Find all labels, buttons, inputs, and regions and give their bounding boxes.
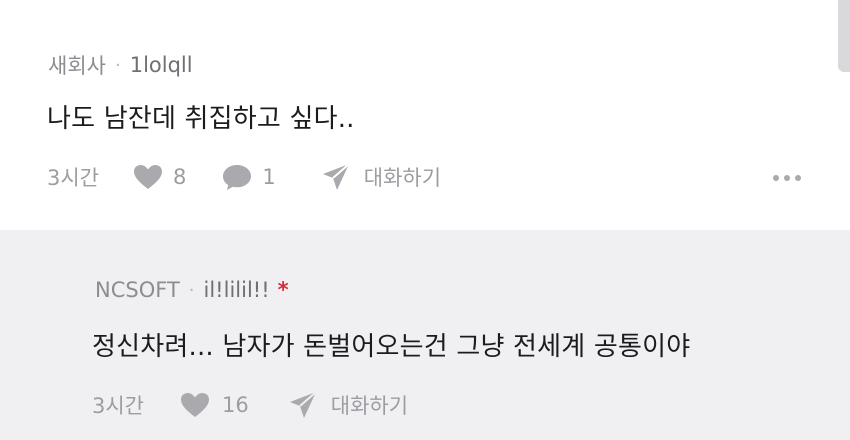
- author-nickname[interactable]: 1lolqll: [130, 53, 193, 77]
- scrollbar[interactable]: [838, 0, 850, 72]
- more-horizontal-icon: [773, 175, 779, 181]
- reply-meta: NCSOFT · il!lilil!! *: [95, 278, 289, 302]
- more-options-button[interactable]: [773, 175, 801, 181]
- company-name[interactable]: 새회사: [48, 50, 106, 80]
- comment-actions: 3시간 8 1 대화하기: [47, 162, 441, 192]
- reply-time: 3시간: [92, 394, 145, 418]
- reply-item: NCSOFT · il!lilil!! * 정신차려... 남자가 돈벌어오는건…: [0, 230, 850, 440]
- reply-count-button[interactable]: 1: [222, 164, 276, 191]
- author-nickname[interactable]: il!lilil!!: [204, 278, 270, 302]
- paper-plane-icon: [322, 163, 350, 190]
- speech-bubble-icon: [223, 164, 252, 190]
- comment-text: 나도 남잔데 취집하고 싶다..: [47, 104, 355, 134]
- like-count: 16: [222, 393, 249, 417]
- reply-text: 정신차려... 남자가 돈벌어오는건 그냥 전세계 공통이야: [92, 332, 691, 362]
- paper-plane-icon: [289, 391, 317, 418]
- like-count: 8: [173, 165, 187, 189]
- company-name[interactable]: NCSOFT: [95, 278, 180, 302]
- comment-item: 새회사 · 1lolqll 나도 남잔데 취집하고 싶다.. 3시간 8 1 대…: [0, 0, 850, 230]
- reply-count: 1: [262, 165, 276, 189]
- author-badge: *: [277, 278, 289, 302]
- like-button[interactable]: 16: [180, 392, 249, 418]
- comment-time: 3시간: [47, 166, 100, 190]
- meta-separator: ·: [114, 54, 121, 76]
- converse-button[interactable]: 대화하기: [322, 162, 441, 192]
- converse-label: 대화하기: [330, 394, 409, 418]
- meta-separator: ·: [188, 279, 195, 301]
- converse-label: 대화하기: [363, 166, 442, 190]
- like-button[interactable]: 8: [133, 164, 186, 190]
- heart-icon: [134, 165, 163, 189]
- heart-icon: [181, 393, 210, 417]
- converse-button[interactable]: 대화하기: [289, 390, 408, 420]
- comment-meta: 새회사 · 1lolqll: [48, 50, 193, 80]
- reply-actions: 3시간 16 대화하기: [92, 390, 408, 420]
